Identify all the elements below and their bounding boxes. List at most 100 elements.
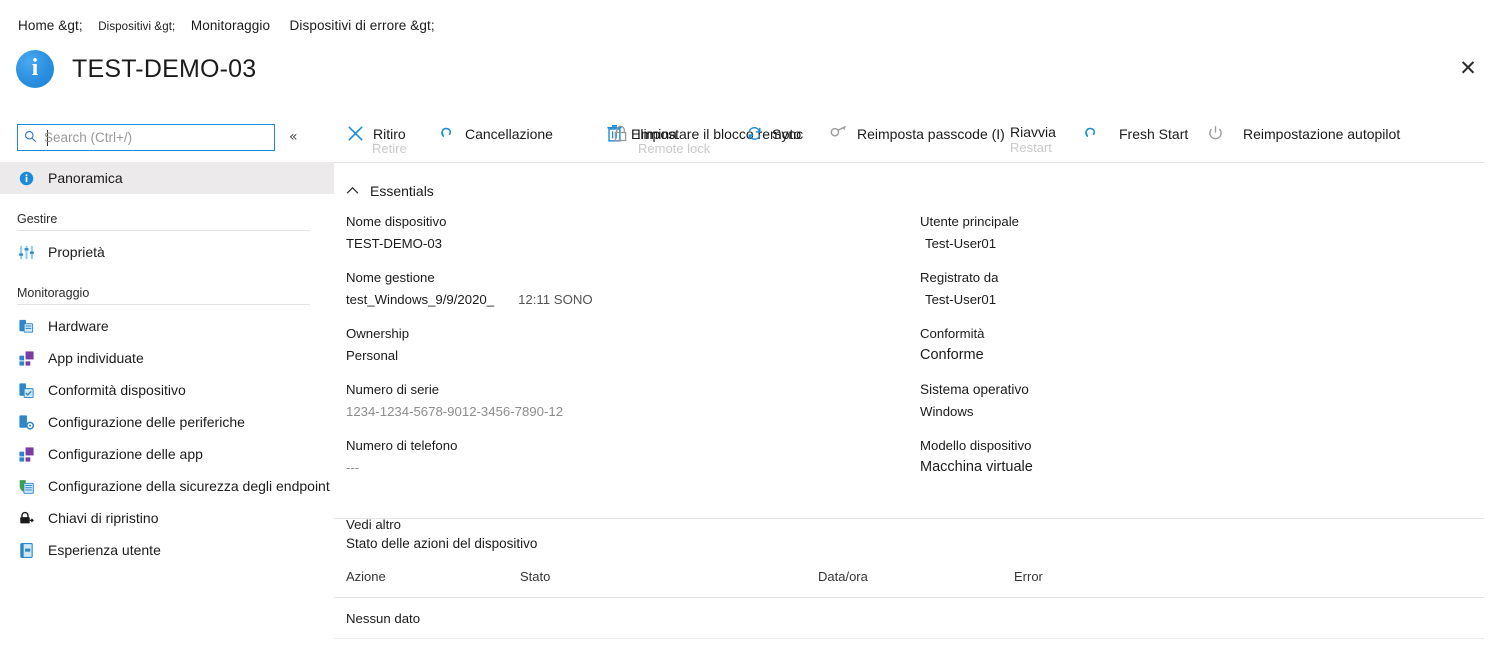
device-gear-icon	[17, 413, 35, 431]
toolbar-ghost-label: Remote lock	[638, 141, 710, 156]
breadcrumb-item-home[interactable]: Home &gt;	[18, 18, 83, 33]
info-circle-icon: i	[16, 50, 54, 88]
main-pane: Ritiro Retire Cancellazione	[334, 118, 1498, 672]
breadcrumb: Home &gt; Dispositivi &gt; Monitoraggio …	[18, 18, 435, 33]
column-header-azione[interactable]: Azione	[346, 569, 386, 584]
toolbar-button-reset-passcode[interactable]: Reimposta passcode (I)	[829, 124, 1005, 143]
sidebar-item-label: App individuate	[48, 350, 144, 366]
lock-key-icon	[17, 509, 35, 527]
device-check-icon	[17, 381, 35, 399]
toolbar-ghost-label: Retire	[372, 141, 407, 156]
field-value: 1234-1234-5678-9012-3456-7890-12	[346, 402, 906, 421]
sidebar-group-title: Monitoraggio	[17, 286, 317, 304]
sidebar-item-app-individuate[interactable]: App individuate	[0, 342, 334, 374]
power-icon	[1206, 124, 1225, 143]
essentials-section-toggle[interactable]: Essentials	[346, 183, 466, 199]
field-label: Registrato da	[920, 269, 1460, 287]
device-overview-page: Home &gt; Dispositivi &gt; Monitoraggio …	[0, 0, 1498, 672]
column-header-dataora[interactable]: Data/ora	[818, 569, 868, 584]
table-header-row: Azione Stato Data/ora Error	[334, 569, 1484, 598]
divider	[334, 518, 1484, 519]
field-value: Macchina virtuale	[920, 458, 1460, 477]
essentials-field: Utente principale Test-User01	[920, 213, 1460, 253]
field-value-time: 12:11 SONO	[518, 290, 593, 309]
field-value: TEST-DEMO-03	[346, 234, 906, 253]
close-icon[interactable]: ✕	[1454, 54, 1482, 82]
undo-arrow-icon	[1082, 124, 1101, 143]
field-value: Personal	[346, 346, 906, 365]
toolbar-button-retire[interactable]: Ritiro Retire	[346, 124, 406, 143]
toolbar-button-label: Sync	[772, 126, 803, 142]
sidebar-item-label: Hardware	[48, 318, 109, 334]
column-header-stato[interactable]: Stato	[520, 569, 550, 584]
essentials-field: Conformità Conforme	[920, 325, 1460, 365]
field-label: Ownership	[346, 325, 906, 343]
sidebar-item-sicurezza-endpoint[interactable]: Configurazione della sicurezza degli end…	[0, 470, 334, 502]
sidebar: Search (Ctrl+/) « Panoramica Gestire	[0, 120, 334, 672]
essentials-field: Numero di telefono ---	[346, 437, 906, 477]
essentials-field: Nome dispositivo TEST-DEMO-03	[346, 213, 906, 253]
essentials-section-title: Essentials	[370, 183, 434, 199]
toolbar-button-fresh-start[interactable]: Fresh Start	[1082, 124, 1188, 143]
sidebar-item-esperienza-utente[interactable]: Esperienza utente	[0, 534, 334, 566]
column-header-error[interactable]: Error	[1014, 569, 1043, 584]
field-value: Test-User01	[920, 290, 1460, 309]
apps-grid-icon	[17, 445, 35, 463]
field-label: Sistema operativo	[920, 381, 1460, 399]
undo-arrow-icon	[438, 124, 457, 143]
toolbar-button-sync[interactable]: Sync	[745, 124, 803, 143]
sidebar-item-proprieta[interactable]: Proprietà	[0, 236, 334, 268]
device-actions-table: Azione Stato Data/ora Error Nessun dato	[334, 569, 1484, 639]
toolbar-button-autopilot-reset[interactable]: Reimpostazione autopilot	[1206, 124, 1400, 143]
field-value: Test-User01	[920, 234, 1460, 253]
sliders-icon	[17, 243, 35, 261]
breadcrumb-gap-2	[179, 18, 187, 33]
sidebar-group-title: Gestire	[17, 212, 317, 230]
sidebar-item-configurazione-periferiche[interactable]: Configurazione delle periferiche	[0, 406, 334, 438]
sidebar-item-conformita-dispositivo[interactable]: Conformità dispositivo	[0, 374, 334, 406]
table-empty-row: Nessun dato	[334, 598, 1484, 639]
sidebar-item-label: Configurazione delle app	[48, 446, 203, 462]
field-label: Nome dispositivo	[346, 213, 906, 231]
hardware-device-icon	[17, 317, 35, 335]
breadcrumb-gap-1	[87, 18, 95, 33]
field-label: Numero di serie	[346, 381, 906, 399]
breadcrumb-item-error-devices[interactable]: Dispositivi di errore &gt;	[290, 18, 435, 33]
toolbar-ghost-label: Restart	[1010, 140, 1052, 155]
x-close-icon	[346, 124, 365, 143]
sidebar-item-label: Panoramica	[48, 170, 123, 186]
device-actions-title: Stato delle azioni del dispositivo	[346, 536, 1484, 551]
field-label: Conformità	[920, 325, 1460, 343]
toolbar-button-restart[interactable]: Riavvia Restart	[1010, 124, 1056, 140]
essentials-field: Nome gestione test_Windows_9/9/2020_ 12:…	[346, 269, 906, 309]
sidebar-item-hardware[interactable]: Hardware	[0, 310, 334, 342]
info-circle-icon	[17, 169, 35, 187]
essentials-field: Sistema operativo Windows	[920, 381, 1460, 421]
breadcrumb-item-devices[interactable]: Dispositivi &gt;	[98, 21, 175, 33]
chevron-up-icon	[346, 184, 359, 198]
breadcrumb-gap-3	[274, 18, 286, 33]
field-value: Conforme	[920, 346, 1460, 365]
toolbar-button-label: Fresh Start	[1119, 126, 1188, 142]
sidebar-item-chiavi-ripristino[interactable]: Chiavi di ripristino	[0, 502, 334, 534]
lock-icon	[612, 124, 629, 143]
toolbar-button-wipe[interactable]: Cancellazione	[438, 124, 553, 143]
toolbar-button-label: Reimposta passcode (I)	[857, 126, 1005, 142]
collapse-sidebar-button[interactable]: «	[289, 129, 298, 145]
essentials-right-column: Utente principale Test-User01 Registrato…	[920, 213, 1460, 493]
command-toolbar: Ritiro Retire Cancellazione	[334, 118, 1484, 163]
key-icon	[829, 124, 849, 143]
search-input[interactable]: Search (Ctrl+/)	[17, 124, 275, 151]
breadcrumb-item-monitoring[interactable]: Monitoraggio	[191, 18, 270, 33]
field-value: Windows	[920, 402, 1460, 421]
field-label: Numero di telefono	[346, 437, 906, 455]
sidebar-item-panoramica[interactable]: Panoramica	[0, 162, 334, 194]
divider	[17, 304, 310, 305]
field-label: Nome gestione	[346, 269, 906, 287]
field-value: ---	[346, 458, 906, 477]
toolbar-button-label: Cancellazione	[465, 126, 553, 142]
search-icon	[24, 130, 46, 145]
sidebar-item-label: Esperienza utente	[48, 542, 161, 558]
essentials-field: Ownership Personal	[346, 325, 906, 365]
sidebar-item-configurazione-app[interactable]: Configurazione delle app	[0, 438, 334, 470]
